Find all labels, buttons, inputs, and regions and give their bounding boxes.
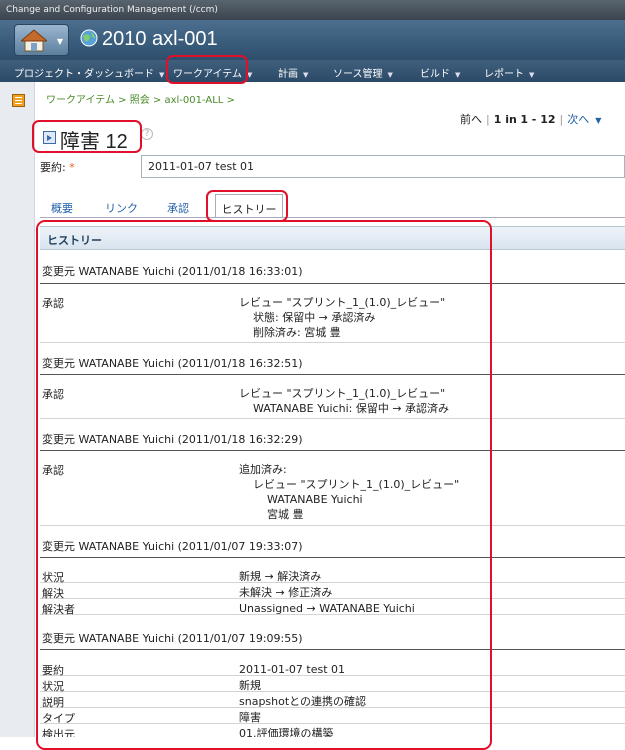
breadcrumb[interactable]: ワークアイテム > 照会 > axl-001-ALL > [46,91,235,106]
divider [40,374,625,375]
menu-project-dashboard[interactable]: プロジェクト・ダッシュボード ▼ [14,65,164,80]
tab-approvals[interactable]: 承認 [167,200,189,216]
menu-reports[interactable]: レポート ▼ [484,65,534,80]
field-name: 承認 [42,388,64,401]
tab-history[interactable]: ヒストリー [215,194,283,218]
field-name: 承認 [42,297,64,310]
history-row: 解決 未解決 → 修正済み [40,583,625,600]
history-row: 解決者 Unassigned → WATANABE Yuichi [40,599,625,616]
field-change: 未解決 → 修正済み [239,586,333,599]
history-row: 承認 追加済み: レビュー "スプリント_1_(1.0)_レビュー" WATAN… [40,460,625,526]
help-icon[interactable]: ? [141,128,153,140]
field-name: 検出元 [42,728,75,737]
field-change: レビュー "スプリント_1_(1.0)_レビュー" 状態: 保留中 → 承認済み… [239,295,445,340]
field-change: 01.評価環境の構築 [239,727,334,737]
change-author: 変更元 WATANABE Yuichi (2011/01/18 16:32:51… [42,357,303,370]
menu-label: ソース管理 [333,69,383,80]
change-line: レビュー "スプリント_1_(1.0)_レビュー" [239,478,460,491]
left-sidebar [0,82,35,737]
menu-label: 計画 [278,69,298,80]
chevron-down-icon: ▼ [303,71,309,79]
change-line: 状態: 保留中 → 承認済み [239,311,376,324]
change-line: 宮城 豊 [239,508,304,521]
history-row: 状況 新規 [40,676,625,693]
change-line: WATANABE Yuichi: 保留中 → 承認済み [239,402,450,415]
summary-label-text: 要約: [40,161,66,174]
tab-links[interactable]: リンク [105,200,138,216]
menu-label: ワークアイテム [173,69,242,80]
chevron-down-icon: ▼ [455,71,461,79]
field-change: 新規 → 解決済み [239,570,322,583]
pager-range: 1 - 12 [520,113,556,126]
chevron-down-icon: ▼ [56,37,63,46]
field-change: 新規 [239,679,261,692]
change-author: 変更元 WATANABE Yuichi (2011/01/18 16:32:29… [42,433,303,446]
defect-type-icon[interactable] [43,131,56,144]
dashboard-icon[interactable] [12,94,25,107]
field-change: 2011-01-07 test 01 [239,663,346,676]
tab-divider [40,217,625,218]
summary-label: 要約: * [40,159,75,175]
history-row: 承認 レビュー "スプリント_1_(1.0)_レビュー" WATANABE Yu… [40,384,625,419]
change-line: レビュー "スプリント_1_(1.0)_レビュー" [239,387,446,400]
history-row: 検出元 01.評価環境の構築 [40,724,625,737]
history-row: 要約 2011-01-07 test 01 [40,660,625,677]
history-section-header: ヒストリー [40,226,625,250]
divider [40,557,625,558]
globe-icon [80,29,98,47]
separator: | [486,113,490,126]
chevron-down-icon: ▼ [529,71,535,79]
menu-work-items[interactable]: ワークアイテム ▼ [173,65,252,80]
field-change: レビュー "スプリント_1_(1.0)_レビュー" WATANABE Yuich… [239,386,449,416]
summary-input[interactable] [141,155,625,178]
chevron-down-icon[interactable]: ▼ [595,116,601,125]
field-change: snapshotとの連携の確認 [239,695,367,708]
history-row: 状況 新規 → 解決済み [40,567,625,584]
menu-plans[interactable]: 計画 ▼ [278,65,308,80]
menu-builds[interactable]: ビルド ▼ [420,65,460,80]
required-mark: * [69,161,75,174]
main-menu: プロジェクト・ダッシュボード ▼ ワークアイテム ▼ 計画 ▼ ソース管理 ▼ ビルド ▼… [0,60,625,82]
field-change: 障害 [239,711,261,724]
pager-range-prefix: 1 in [493,113,517,126]
chevron-down-icon: ▼ [159,71,165,79]
history-row: タイプ 障害 [40,708,625,725]
divider [40,450,625,451]
menu-source-control[interactable]: ソース管理 ▼ [333,65,393,80]
result-pager: 前へ | 1 in 1 - 12 | 次へ ▼ [460,111,601,127]
change-line: 追加済み: [239,463,287,476]
tab-overview[interactable]: 概要 [51,200,73,216]
project-bar: ▼ 2010 axl-001 [0,20,625,60]
field-change: 追加済み: レビュー "スプリント_1_(1.0)_レビュー" WATANABE… [239,462,459,522]
history-row: 説明 snapshotとの連携の確認 [40,692,625,709]
field-change: Unassigned → WATANABE Yuichi [239,602,415,615]
home-icon [21,29,47,52]
field-name: 承認 [42,464,64,477]
history-row: 承認 レビュー "スプリント_1_(1.0)_レビュー" 状態: 保留中 → 承… [40,293,625,343]
menu-label: レポート [484,69,524,80]
change-line: WATANABE Yuichi [239,493,363,506]
divider [40,649,625,650]
change-author: 変更元 WATANABE Yuichi (2011/01/07 19:09:55… [42,632,303,645]
change-line: 削除済み: 宮城 豊 [239,326,341,339]
separator: | [559,113,564,126]
previous-link[interactable]: 前へ [460,113,482,126]
menu-label: プロジェクト・ダッシュボード [14,69,154,80]
project-title: 2010 axl-001 [102,28,218,50]
field-name: 解決者 [42,603,75,616]
next-link[interactable]: 次へ [567,113,589,126]
change-author: 変更元 WATANABE Yuichi (2011/01/18 16:33:01… [42,265,303,278]
chevron-down-icon: ▼ [247,71,253,79]
work-item-title: 障害 12 [60,131,128,153]
chevron-down-icon: ▼ [387,71,393,79]
menu-label: ビルド [420,69,450,80]
change-line: レビュー "スプリント_1_(1.0)_レビュー" [239,296,446,309]
window-title: Change and Configuration Management (/cc… [0,0,625,20]
change-author: 変更元 WATANABE Yuichi (2011/01/07 19:33:07… [42,540,303,553]
home-button[interactable]: ▼ [14,24,69,56]
divider [40,283,625,284]
